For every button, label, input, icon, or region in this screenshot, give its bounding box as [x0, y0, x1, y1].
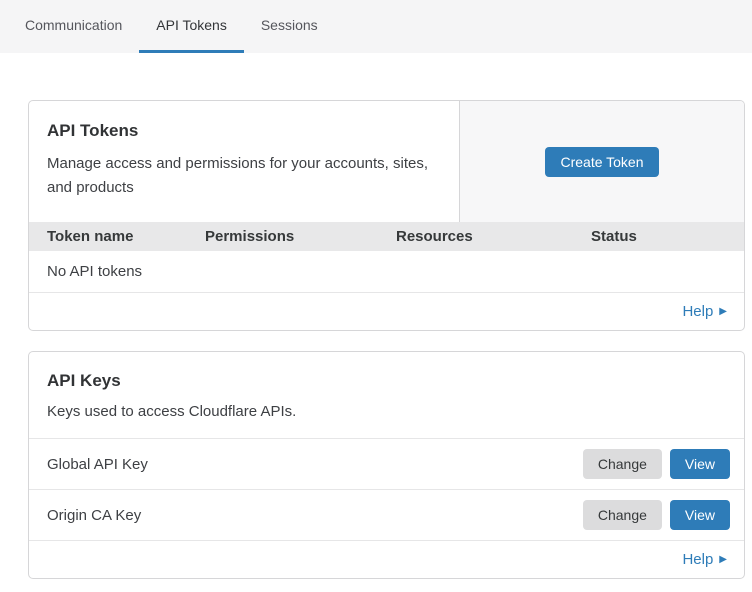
api-tokens-card-footer: Help ▶ [29, 293, 744, 330]
tab-bar: Communication API Tokens Sessions [0, 0, 752, 53]
tab-sessions[interactable]: Sessions [244, 0, 335, 53]
key-actions: Change View [583, 449, 730, 479]
tab-communication[interactable]: Communication [8, 0, 139, 53]
key-name: Origin CA Key [47, 507, 141, 524]
tokens-table-header-row: Token name Permissions Resources Status [29, 222, 744, 251]
key-row-global-api-key: Global API Key Change View [29, 439, 744, 490]
api-tokens-card: API Tokens Manage access and permissions… [28, 100, 745, 331]
api-keys-card: API Keys Keys used to access Cloudflare … [28, 351, 745, 579]
column-header-permissions: Permissions [205, 228, 396, 245]
api-keys-title: API Keys [47, 371, 726, 391]
help-arrow-icon: ▶ [719, 554, 727, 565]
view-global-api-key-button[interactable]: View [670, 449, 730, 479]
api-keys-card-header: API Keys Keys used to access Cloudflare … [29, 352, 744, 439]
key-name: Global API Key [47, 456, 148, 473]
api-keys-card-footer: Help ▶ [29, 541, 744, 578]
change-global-api-key-button[interactable]: Change [583, 449, 662, 479]
help-arrow-icon: ▶ [719, 306, 727, 317]
create-token-button[interactable]: Create Token [545, 147, 658, 177]
key-row-origin-ca-key: Origin CA Key Change View [29, 490, 744, 541]
column-header-token-name: Token name [29, 228, 205, 245]
api-tokens-description: Manage access and permissions for your a… [47, 152, 441, 200]
help-link-label: Help [682, 303, 713, 320]
column-header-status: Status [591, 228, 744, 245]
api-tokens-title: API Tokens [47, 121, 441, 141]
help-link-label: Help [682, 551, 713, 568]
key-actions: Change View [583, 500, 730, 530]
tokens-empty-row: No API tokens [29, 251, 744, 293]
view-origin-ca-key-button[interactable]: View [670, 500, 730, 530]
api-tokens-card-header: API Tokens Manage access and permissions… [29, 101, 744, 222]
column-header-resources: Resources [396, 228, 591, 245]
tokens-empty-message: No API tokens [47, 263, 142, 280]
api-tokens-help-link[interactable]: Help ▶ [682, 303, 727, 320]
api-keys-description: Keys used to access Cloudflare APIs. [47, 402, 726, 421]
tab-api-tokens[interactable]: API Tokens [139, 0, 244, 53]
page: Communication API Tokens Sessions API To… [0, 0, 752, 579]
change-origin-ca-key-button[interactable]: Change [583, 500, 662, 530]
api-keys-help-link[interactable]: Help ▶ [682, 551, 727, 568]
api-tokens-card-action-area: Create Token [460, 101, 744, 222]
api-tokens-card-header-text: API Tokens Manage access and permissions… [29, 101, 460, 222]
